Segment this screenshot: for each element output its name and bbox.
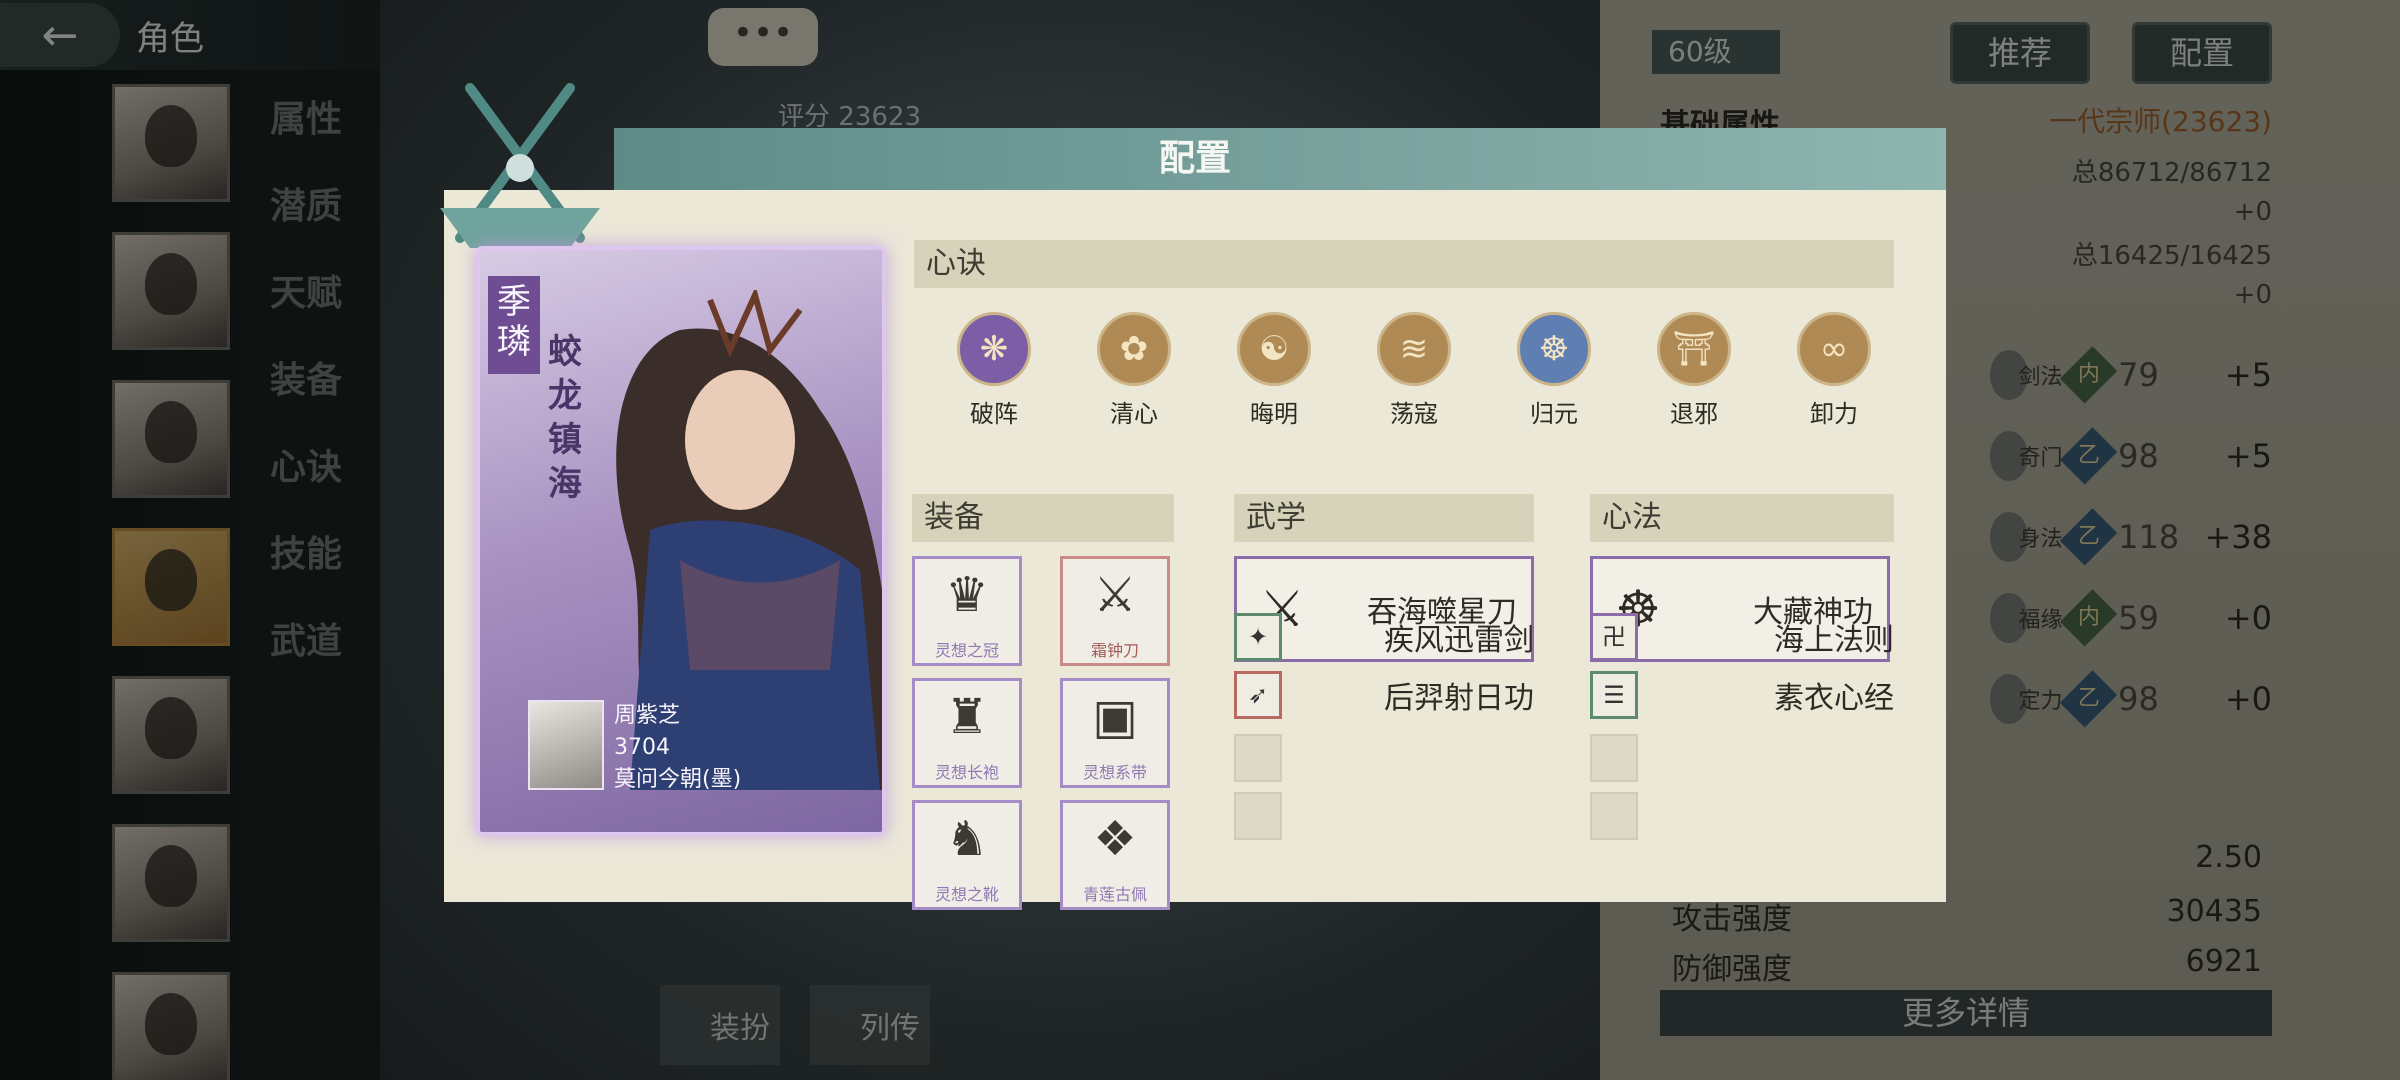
xinjue-label: 清心 [1110,400,1158,428]
scroll-icon: ☰ [1590,671,1638,719]
belt-icon: ▣ [1092,689,1138,745]
lotus-icon: ✿ [1097,312,1171,386]
sub-xinfa-name: 素衣心经 [1774,681,1894,716]
sub-wuxue-slot[interactable]: ✦ 疾风迅雷剑 [1234,612,1534,662]
equipment-slot[interactable]: ▣ 灵想系带 [1060,678,1170,788]
character-title: 蛟龙镇海 [548,332,582,504]
equipment-slot[interactable]: ⚔ 霜钟刀 [1060,556,1170,666]
character-name: 季璘 [488,276,540,374]
sub-wuxue-name: 后羿射日功 [1384,681,1534,716]
gate-icon: ⛩ [1657,312,1731,386]
xinjue-item[interactable]: ∞ 卸力 [1764,312,1904,429]
xinjue-label: 卸力 [1810,400,1858,428]
xinjue-item[interactable]: ✿ 清心 [1064,312,1204,429]
swift-sword-icon: ✦ [1234,613,1282,661]
owner-name: 周紫芝 [614,703,681,728]
meditate-icon: ☸ [1517,312,1591,386]
xinjue-label: 晦明 [1250,400,1298,428]
owner-number: 3704 [614,735,670,760]
xinjue-label: 破阵 [970,400,1018,428]
xinjue-section-header: 心诀 [914,240,1894,288]
sub-wuxue-slot[interactable]: ➶ 后羿射日功 [1234,670,1534,720]
xinjue-list: ❋ 破阵 ✿ 清心 ☯ 晦明 ≋ 荡寇 ☸ 归元 ⛩ 退邪 ∞ 卸力 [924,312,1904,429]
equipment-section-header: 装备 [912,494,1174,542]
swirl-icon: ❋ [957,312,1031,386]
equipment-slot[interactable]: ❖ 青莲古佩 [1060,800,1170,910]
equipment-name: 霜钟刀 [1090,641,1139,660]
empty-wuxue-slot[interactable] [1234,734,1282,782]
equipment-name: 灵想系带 [1082,763,1147,782]
owner-info: 周紫芝 3704 莫问今朝(墨) [614,700,741,796]
xinjue-item[interactable]: ☯ 晦明 [1204,312,1344,429]
xinjue-item[interactable]: ☸ 归元 [1484,312,1624,429]
boots-icon: ♞ [945,811,989,867]
crown-icon: ♛ [945,567,989,623]
equipment-name: 灵想之冠 [934,641,999,660]
xinfa-section-header: 心法 [1590,494,1894,542]
seal-icon: 卍 [1590,613,1638,661]
empty-xinfa-slot[interactable] [1590,792,1638,840]
blade-icon: ⚔ [1093,567,1137,623]
character-card[interactable]: 季璘 蛟龙镇海 周紫芝 3704 莫问今朝(墨) [476,246,886,836]
equipment-slot[interactable]: ♛ 灵想之冠 [912,556,1022,666]
xinjue-label: 退邪 [1670,400,1718,428]
crossed-swords-icon [440,83,600,248]
equipment-slot[interactable]: ♜ 灵想长袍 [912,678,1022,788]
archer-icon: ➶ [1234,671,1282,719]
sub-xinfa-slot[interactable]: ☰ 素衣心经 [1590,670,1894,720]
equipment-slot[interactable]: ♞ 灵想之靴 [912,800,1022,910]
empty-xinfa-slot[interactable] [1590,734,1638,782]
sub-xinfa-slot[interactable]: 卍 海上法则 [1590,612,1894,662]
owner-guild: 莫问今朝(墨) [614,767,742,792]
xinjue-label: 归元 [1530,400,1578,428]
modal-title: 配置 [1158,138,1231,179]
robe-icon: ♜ [945,689,989,745]
equipment-grid: ♛ 灵想之冠 ⚔ 霜钟刀 ♜ 灵想长袍 ▣ 灵想系带 ♞ 灵想之靴 ❖ 青莲古佩 [912,556,1174,910]
pendant-icon: ❖ [1093,811,1137,867]
spiral-icon: ∞ [1797,312,1871,386]
xinjue-label: 荡寇 [1390,400,1438,428]
wuxue-section-header: 武学 [1234,494,1534,542]
equipment-name: 灵想之靴 [934,885,999,904]
equipment-name: 灵想长袍 [934,763,999,782]
wave-icon: ≋ [1377,312,1451,386]
sub-wuxue-name: 疾风迅雷剑 [1384,623,1534,658]
config-modal: 配置 季璘 蛟龙镇海 周紫芝 3704 莫问今朝(墨) 心诀 ❋ 破阵 ✿ 清心… [440,83,1946,910]
xinjue-item[interactable]: ❋ 破阵 [924,312,1064,429]
sub-xinfa-name: 海上法则 [1774,623,1894,658]
empty-wuxue-slot[interactable] [1234,792,1282,840]
xinjue-item[interactable]: ⛩ 退邪 [1624,312,1764,429]
equipment-name: 青莲古佩 [1082,885,1147,904]
xinjue-item[interactable]: ≋ 荡寇 [1344,312,1484,429]
moon-icon: ☯ [1237,312,1311,386]
owner-avatar [528,700,604,790]
